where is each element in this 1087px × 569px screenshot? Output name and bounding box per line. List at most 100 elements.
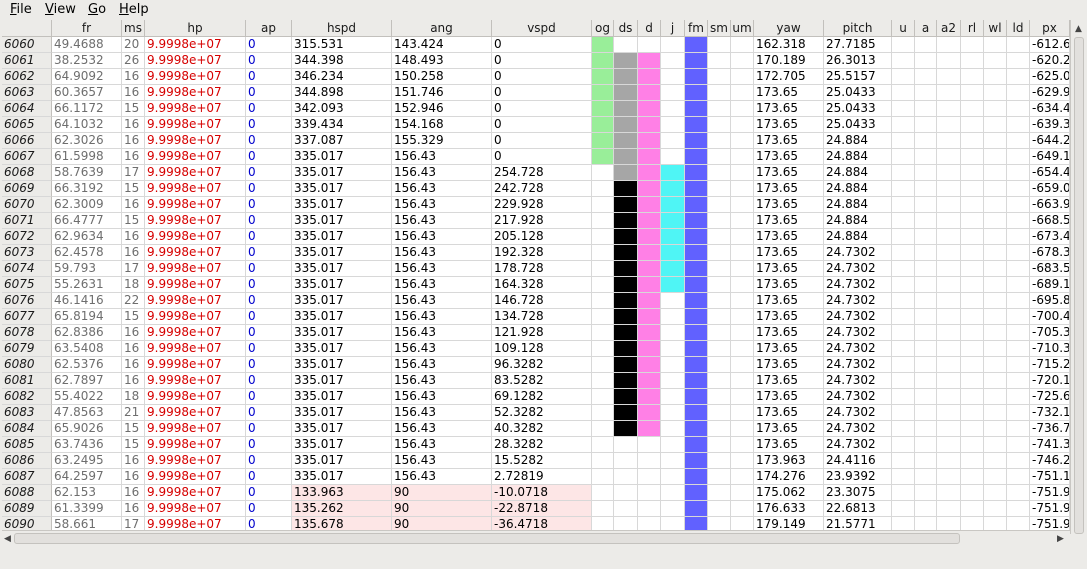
flag-cell-um[interactable] <box>731 149 754 165</box>
cell-ang[interactable]: 156.43 <box>392 261 492 277</box>
cell-fr[interactable]: 62.9634 <box>52 229 122 245</box>
cell-vspd[interactable]: 164.328 <box>492 277 592 293</box>
flag-cell-u[interactable] <box>892 277 915 293</box>
cell-px[interactable]: -715.2 <box>1030 357 1070 373</box>
flag-cell-ds[interactable] <box>614 261 638 277</box>
flag-cell-j[interactable] <box>661 165 685 181</box>
flag-cell-a2[interactable] <box>937 101 961 117</box>
flag-cell-fm[interactable] <box>685 469 708 485</box>
cell-vspd[interactable]: 2.72819 <box>492 469 592 485</box>
flag-cell-fm[interactable] <box>685 101 708 117</box>
cell-hp[interactable]: 9.9998e+07 <box>145 277 246 293</box>
flag-cell-u[interactable] <box>892 373 915 389</box>
flag-cell-wl[interactable] <box>984 197 1007 213</box>
cell-ms[interactable]: 16 <box>122 453 145 469</box>
flag-cell-fm[interactable] <box>685 277 708 293</box>
flag-cell-a[interactable] <box>915 389 937 405</box>
flag-cell-sm[interactable] <box>708 149 731 165</box>
flag-cell-rl[interactable] <box>961 485 984 501</box>
flag-cell-wl[interactable] <box>984 101 1007 117</box>
column-header-ld[interactable]: ld <box>1007 20 1030 37</box>
flag-cell-a2[interactable] <box>937 85 961 101</box>
flag-cell-d[interactable] <box>638 53 661 69</box>
flag-cell-u[interactable] <box>892 85 915 101</box>
flag-cell-a[interactable] <box>915 261 937 277</box>
flag-cell-og[interactable] <box>592 501 614 517</box>
flag-cell-d[interactable] <box>638 341 661 357</box>
cell-fr[interactable]: 62.5376 <box>52 357 122 373</box>
cell-hspd[interactable]: 335.017 <box>292 325 392 341</box>
cell-yaw[interactable]: 173.65 <box>754 421 824 437</box>
cell-hp[interactable]: 9.9998e+07 <box>145 309 246 325</box>
cell-px[interactable]: -710.3 <box>1030 341 1070 357</box>
flag-cell-sm[interactable] <box>708 341 731 357</box>
flag-cell-a[interactable] <box>915 501 937 517</box>
table-row[interactable]: 6084 65.9026 15 9.9998e+07 0 335.017 156.43 40.… <box>2 421 1070 437</box>
flag-cell-og[interactable] <box>592 101 614 117</box>
cell-ang[interactable]: 156.43 <box>392 245 492 261</box>
flag-cell-d[interactable] <box>638 277 661 293</box>
cell-ang[interactable]: 156.43 <box>392 229 492 245</box>
flag-cell-rl[interactable] <box>961 341 984 357</box>
flag-cell-fm[interactable] <box>685 213 708 229</box>
cell-yaw[interactable]: 173.65 <box>754 213 824 229</box>
cell-hspd[interactable]: 335.017 <box>292 373 392 389</box>
cell-px[interactable]: -620.2 <box>1030 53 1070 69</box>
cell-fr[interactable]: 58.7639 <box>52 165 122 181</box>
table-row[interactable]: 6075 55.2631 18 9.9998e+07 0 335.017 156.43 164… <box>2 277 1070 293</box>
flag-cell-j[interactable] <box>661 277 685 293</box>
cell-vspd[interactable]: 109.128 <box>492 341 592 357</box>
cell-px[interactable]: -746.2 <box>1030 453 1070 469</box>
cell-hspd[interactable]: 342.093 <box>292 101 392 117</box>
cell-fr[interactable]: 65.8194 <box>52 309 122 325</box>
flag-cell-ds[interactable] <box>614 229 638 245</box>
flag-cell-a[interactable] <box>915 229 937 245</box>
flag-cell-a2[interactable] <box>937 405 961 421</box>
flag-cell-a2[interactable] <box>937 37 961 53</box>
flag-cell-a2[interactable] <box>937 421 961 437</box>
flag-cell-wl[interactable] <box>984 245 1007 261</box>
flag-cell-wl[interactable] <box>984 405 1007 421</box>
flag-cell-a[interactable] <box>915 85 937 101</box>
flag-cell-wl[interactable] <box>984 181 1007 197</box>
cell-yaw[interactable]: 173.65 <box>754 149 824 165</box>
flag-cell-ds[interactable] <box>614 165 638 181</box>
header-corner[interactable] <box>2 20 52 37</box>
flag-cell-og[interactable] <box>592 437 614 453</box>
cell-fr[interactable]: 66.3192 <box>52 181 122 197</box>
flag-cell-u[interactable] <box>892 213 915 229</box>
row-header[interactable]: 6089 <box>2 501 52 517</box>
cell-pitch[interactable]: 24.884 <box>824 229 892 245</box>
flag-cell-u[interactable] <box>892 229 915 245</box>
cell-ms[interactable]: 15 <box>122 101 145 117</box>
flag-cell-fm[interactable] <box>685 197 708 213</box>
table-row[interactable]: 6088 62.153 16 9.9998e+07 0 133.963 90 -10.0718… <box>2 485 1070 501</box>
flag-cell-j[interactable] <box>661 485 685 501</box>
cell-px[interactable]: -705.3 <box>1030 325 1070 341</box>
cell-yaw[interactable]: 173.65 <box>754 165 824 181</box>
cell-vspd[interactable]: 205.128 <box>492 229 592 245</box>
flag-cell-ds[interactable] <box>614 469 638 485</box>
table-row[interactable]: 6080 62.5376 16 9.9998e+07 0 335.017 156.43 96.… <box>2 357 1070 373</box>
row-header[interactable]: 6087 <box>2 469 52 485</box>
flag-cell-ds[interactable] <box>614 485 638 501</box>
cell-px[interactable]: -639.3 <box>1030 117 1070 133</box>
cell-pitch[interactable]: 24.7302 <box>824 421 892 437</box>
cell-yaw[interactable]: 173.65 <box>754 341 824 357</box>
cell-ms[interactable]: 16 <box>122 357 145 373</box>
flag-cell-ds[interactable] <box>614 421 638 437</box>
flag-cell-fm[interactable] <box>685 133 708 149</box>
flag-cell-ld[interactable] <box>1007 149 1030 165</box>
flag-cell-um[interactable] <box>731 309 754 325</box>
cell-fr[interactable]: 63.7436 <box>52 437 122 453</box>
cell-ap[interactable]: 0 <box>246 197 292 213</box>
flag-cell-og[interactable] <box>592 197 614 213</box>
cell-yaw[interactable]: 172.705 <box>754 69 824 85</box>
flag-cell-a[interactable] <box>915 117 937 133</box>
flag-cell-ds[interactable] <box>614 245 638 261</box>
flag-cell-a2[interactable] <box>937 277 961 293</box>
flag-cell-d[interactable] <box>638 389 661 405</box>
flag-cell-um[interactable] <box>731 405 754 421</box>
flag-cell-sm[interactable] <box>708 277 731 293</box>
cell-ap[interactable]: 0 <box>246 261 292 277</box>
